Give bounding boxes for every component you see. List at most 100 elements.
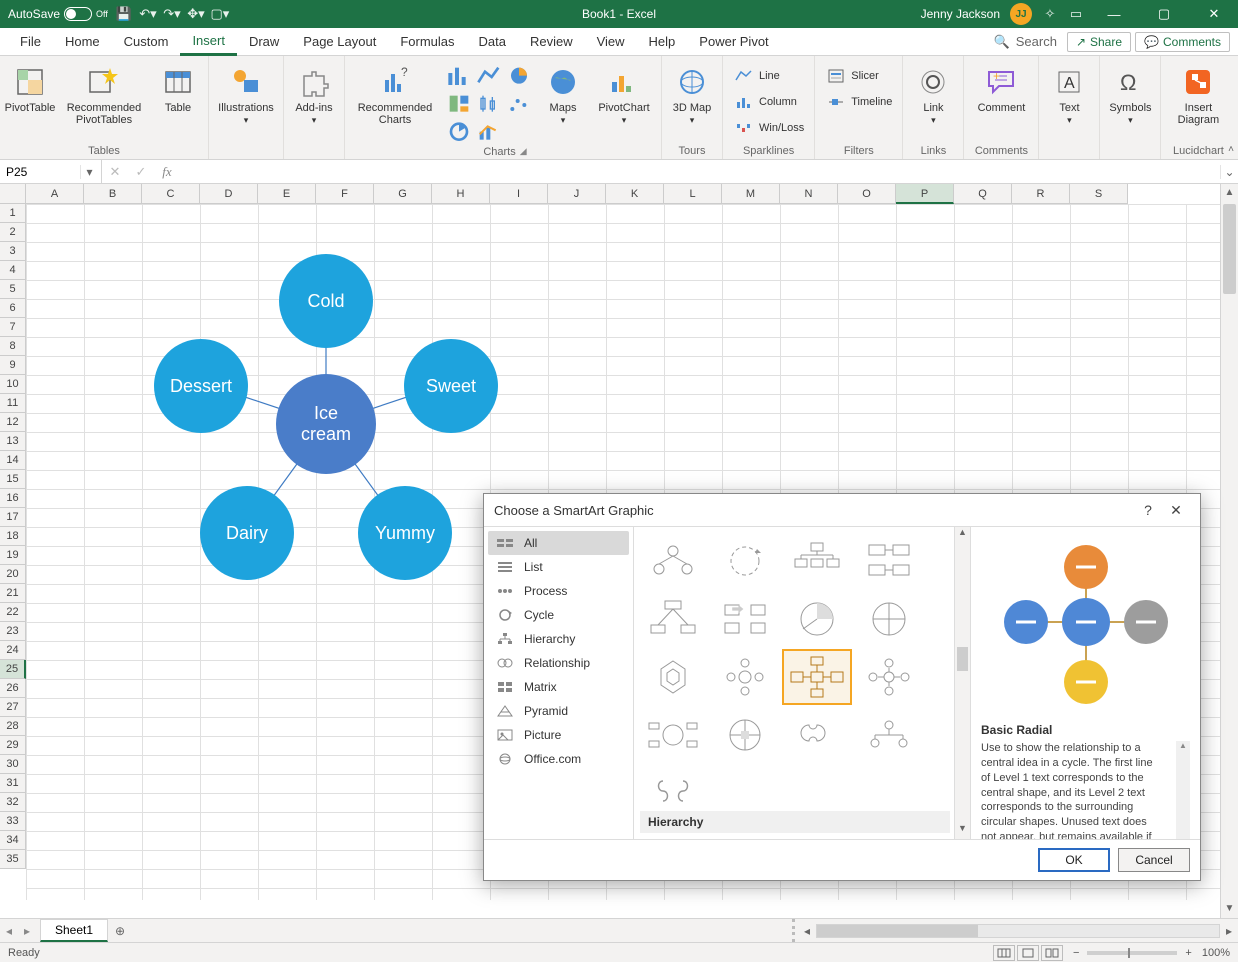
row-header-3[interactable]: 3: [0, 242, 26, 261]
column-header-L[interactable]: L: [664, 184, 722, 204]
zoom-slider[interactable]: [1087, 951, 1177, 955]
select-all-corner[interactable]: [0, 184, 26, 204]
horizontal-scroll-thumb[interactable]: [817, 925, 978, 937]
autosave-toggle[interactable]: AutoSave Off: [8, 7, 108, 21]
gallery-item[interactable]: [782, 591, 852, 647]
page-break-view-icon[interactable]: [1041, 945, 1063, 961]
row-header-7[interactable]: 7: [0, 318, 26, 337]
minimize-button[interactable]: —: [1094, 0, 1134, 28]
save-icon[interactable]: 💾: [116, 6, 132, 22]
tab-review[interactable]: Review: [518, 28, 585, 55]
category-relationship[interactable]: Relationship: [488, 651, 629, 675]
sheet-nav-prev[interactable]: ◂: [0, 919, 18, 942]
gallery-scroll-thumb[interactable]: [957, 647, 968, 671]
tab-custom[interactable]: Custom: [112, 28, 181, 55]
row-header-25[interactable]: 25: [0, 660, 26, 679]
category-cycle[interactable]: Cycle: [488, 603, 629, 627]
row-header-15[interactable]: 15: [0, 470, 26, 489]
insert-diagram-button[interactable]: Insert Diagram: [1167, 60, 1229, 126]
insert-scatter-chart[interactable]: [507, 92, 531, 116]
normal-view-icon[interactable]: [993, 945, 1015, 961]
column-header-N[interactable]: N: [780, 184, 838, 204]
gallery-item[interactable]: [854, 707, 924, 763]
link-button[interactable]: Link▾: [909, 60, 957, 126]
row-header-19[interactable]: 19: [0, 546, 26, 565]
scroll-right-icon[interactable]: ▸: [1220, 924, 1238, 938]
column-header-P[interactable]: P: [896, 184, 954, 204]
name-box[interactable]: ▾: [0, 160, 102, 183]
smartart-outer-node-yummy[interactable]: Yummy: [358, 486, 452, 580]
enter-formula-icon[interactable]: ✓: [128, 164, 154, 180]
smartart-outer-node-dairy[interactable]: Dairy: [200, 486, 294, 580]
undo-icon[interactable]: ↶▾: [140, 6, 156, 22]
zoom-out-button[interactable]: −: [1073, 947, 1079, 959]
sparkline-column[interactable]: Column: [729, 90, 808, 114]
column-header-A[interactable]: A: [26, 184, 84, 204]
row-header-9[interactable]: 9: [0, 356, 26, 375]
row-header-24[interactable]: 24: [0, 641, 26, 660]
pivotchart-button[interactable]: PivotChart▾: [593, 60, 655, 126]
column-header-B[interactable]: B: [84, 184, 142, 204]
table-button[interactable]: Table: [154, 60, 202, 114]
row-header-4[interactable]: 4: [0, 261, 26, 280]
maximize-button[interactable]: ▢: [1144, 0, 1184, 28]
preview-desc-scrollbar[interactable]: ▲ ▼: [1176, 741, 1190, 839]
name-box-dropdown-icon[interactable]: ▾: [80, 165, 98, 179]
category-pyramid[interactable]: Pyramid: [488, 699, 629, 723]
sheet-tab-sheet1[interactable]: Sheet1: [40, 919, 108, 942]
gallery-item[interactable]: [854, 591, 924, 647]
timeline-button[interactable]: Timeline: [821, 90, 896, 114]
row-header-34[interactable]: 34: [0, 831, 26, 850]
row-header-20[interactable]: 20: [0, 565, 26, 584]
column-header-R[interactable]: R: [1012, 184, 1070, 204]
symbols-button[interactable]: Ω Symbols▾: [1106, 60, 1154, 126]
vertical-scrollbar[interactable]: ▲ ▼: [1220, 184, 1238, 918]
tab-file[interactable]: File: [8, 28, 53, 55]
smartart-outer-node-cold[interactable]: Cold: [279, 254, 373, 348]
row-header-16[interactable]: 16: [0, 489, 26, 508]
sparkline-line[interactable]: Line: [729, 64, 808, 88]
gallery-item[interactable]: [638, 649, 708, 705]
share-button[interactable]: ↗Share: [1067, 32, 1131, 52]
column-header-J[interactable]: J: [548, 184, 606, 204]
insert-statistic-chart[interactable]: [477, 92, 501, 116]
insert-waterfall-chart[interactable]: [447, 120, 471, 144]
tab-data[interactable]: Data: [467, 28, 518, 55]
cancel-formula-icon[interactable]: ✕: [102, 164, 128, 180]
scroll-left-icon[interactable]: ◂: [798, 924, 816, 938]
scroll-up-icon[interactable]: ▲: [1221, 184, 1238, 202]
gallery-item[interactable]: [638, 707, 708, 763]
gallery-item-basic-radial[interactable]: [782, 649, 852, 705]
illustrations-button[interactable]: Illustrations▾: [215, 60, 277, 126]
gallery-item[interactable]: [854, 533, 924, 589]
column-header-Q[interactable]: Q: [954, 184, 1012, 204]
username-label[interactable]: Jenny Jackson: [921, 7, 1000, 21]
row-header-29[interactable]: 29: [0, 736, 26, 755]
row-header-1[interactable]: 1: [0, 204, 26, 223]
zoom-in-button[interactable]: +: [1185, 947, 1191, 959]
vertical-scroll-thumb[interactable]: [1223, 204, 1236, 294]
smartart-outer-node-sweet[interactable]: Sweet: [404, 339, 498, 433]
sheet-nav-next[interactable]: ▸: [18, 919, 36, 942]
horizontal-scrollbar[interactable]: ◂ ▸: [798, 919, 1238, 942]
gallery-item[interactable]: [782, 533, 852, 589]
gallery-scrollbar[interactable]: ▲ ▼: [954, 527, 970, 839]
row-header-30[interactable]: 30: [0, 755, 26, 774]
row-header-28[interactable]: 28: [0, 717, 26, 736]
row-header-22[interactable]: 22: [0, 603, 26, 622]
fx-icon[interactable]: fx: [154, 164, 180, 180]
row-header-6[interactable]: 6: [0, 299, 26, 318]
gallery-item[interactable]: [710, 533, 780, 589]
row-header-21[interactable]: 21: [0, 584, 26, 603]
sparkline-winloss[interactable]: Win/Loss: [729, 116, 808, 140]
category-picture[interactable]: Picture: [488, 723, 629, 747]
recommended-pivottables-button[interactable]: Recommended PivotTables: [60, 60, 148, 126]
column-header-E[interactable]: E: [258, 184, 316, 204]
column-header-O[interactable]: O: [838, 184, 896, 204]
addins-button[interactable]: Add-ins▾: [290, 60, 338, 126]
scroll-down-icon[interactable]: ▼: [1221, 900, 1238, 918]
gallery-item[interactable]: [710, 707, 780, 763]
text-button[interactable]: A Text▾: [1045, 60, 1093, 126]
touch-mode-icon[interactable]: ✥▾: [188, 6, 204, 22]
row-header-35[interactable]: 35: [0, 850, 26, 869]
